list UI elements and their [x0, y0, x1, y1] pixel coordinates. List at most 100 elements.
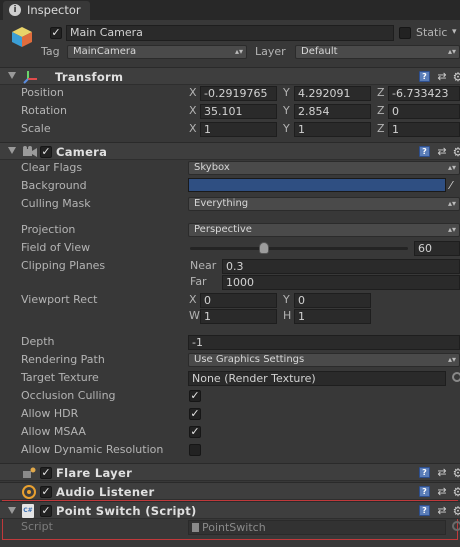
- audio-listener-header[interactable]: ✓ Audio Listener ? ⇄ ⚙: [0, 482, 460, 500]
- gear-icon[interactable]: ⚙: [452, 467, 460, 479]
- rendering-path-dropdown[interactable]: Use Graphics Settings ▴▾: [188, 353, 460, 367]
- tag-dropdown[interactable]: MainCamera ▴▾: [67, 45, 247, 59]
- camera-header[interactable]: ✓ Camera ? ⇄ ⚙: [0, 142, 460, 160]
- help-icon[interactable]: ?: [419, 146, 430, 157]
- script-field: PointSwitch: [188, 520, 446, 535]
- depth-field[interactable]: -1: [188, 335, 460, 350]
- help-icon[interactable]: ?: [419, 505, 430, 516]
- point-switch-enabled-checkbox[interactable]: ✓: [40, 505, 52, 517]
- gear-icon[interactable]: ⚙: [452, 486, 460, 498]
- position-x-axis[interactable]: X: [189, 86, 197, 100]
- rotation-y-axis[interactable]: Y: [283, 104, 290, 118]
- active-checkbox[interactable]: ✓: [50, 27, 62, 39]
- foldout-arrow-icon[interactable]: [8, 72, 16, 79]
- scale-x-field[interactable]: 1: [200, 122, 277, 137]
- foldout-arrow-icon[interactable]: [8, 507, 16, 514]
- static-label: Static: [416, 26, 448, 39]
- near-field[interactable]: 0.3: [222, 259, 460, 274]
- audio-listener-icon: [22, 485, 36, 499]
- fov-label: Field of View: [21, 241, 91, 254]
- transform-header[interactable]: Transform ? ⇄ ⚙: [0, 67, 460, 85]
- chevron-updown-icon: ▴▾: [447, 225, 456, 234]
- position-y-field[interactable]: 4.292091: [294, 86, 371, 101]
- allow-msaa-label: Allow MSAA: [21, 425, 86, 438]
- tab-inspector[interactable]: i Inspector: [3, 1, 90, 20]
- preset-icon[interactable]: ⇄: [436, 486, 448, 498]
- gear-icon[interactable]: ⚙: [452, 146, 460, 158]
- rotation-x-axis[interactable]: X: [189, 104, 197, 118]
- gear-icon[interactable]: ⚙: [452, 505, 460, 517]
- scale-x-axis[interactable]: X: [189, 122, 197, 136]
- background-color-field[interactable]: [188, 178, 446, 192]
- viewport-h-field[interactable]: 1: [294, 309, 371, 324]
- object-picker-icon[interactable]: [452, 372, 460, 382]
- viewport-h-label[interactable]: H: [283, 309, 291, 323]
- culling-mask-dropdown[interactable]: Everything ▴▾: [188, 197, 460, 211]
- occlusion-culling-checkbox[interactable]: ✓: [189, 390, 201, 402]
- viewport-x-label[interactable]: X: [189, 293, 197, 307]
- allow-dynamic-resolution-checkbox[interactable]: [189, 444, 201, 456]
- clear-flags-dropdown[interactable]: Skybox ▴▾: [188, 161, 460, 175]
- scale-y-axis[interactable]: Y: [283, 122, 290, 136]
- help-icon[interactable]: ?: [419, 467, 430, 478]
- position-z-axis[interactable]: Z: [377, 86, 385, 100]
- position-y-axis[interactable]: Y: [283, 86, 290, 100]
- foldout-arrow-icon[interactable]: [8, 147, 16, 154]
- script-file-icon: C#: [22, 504, 34, 518]
- position-z-field[interactable]: -6.733423: [388, 86, 460, 101]
- transform-title: Transform: [55, 70, 124, 84]
- rotation-z-field[interactable]: 0: [388, 104, 460, 119]
- preset-icon[interactable]: ⇄: [436, 146, 448, 158]
- rotation-z-axis[interactable]: Z: [377, 104, 385, 118]
- rotation-y-field[interactable]: 2.854: [294, 104, 371, 119]
- viewport-x-field[interactable]: 0: [200, 293, 277, 308]
- flare-layer-icon: [22, 467, 36, 479]
- projection-dropdown[interactable]: Perspective ▴▾: [188, 223, 460, 237]
- help-icon[interactable]: ?: [419, 486, 430, 497]
- viewport-y-field[interactable]: 0: [294, 293, 371, 308]
- viewport-y-label[interactable]: Y: [283, 293, 290, 307]
- flare-layer-header[interactable]: ✓ Flare Layer ? ⇄ ⚙: [0, 463, 460, 481]
- audio-listener-enabled-checkbox[interactable]: ✓: [40, 486, 52, 498]
- camera-enabled-checkbox[interactable]: ✓: [40, 146, 52, 158]
- position-x-field[interactable]: -0.2919765: [200, 86, 277, 101]
- static-dropdown-arrow[interactable]: ▾: [452, 27, 457, 37]
- clear-flags-label: Clear Flags: [21, 161, 83, 174]
- culling-mask-label: Culling Mask: [21, 197, 91, 210]
- preset-icon[interactable]: ⇄: [436, 467, 448, 479]
- viewport-w-field[interactable]: 1: [200, 309, 277, 324]
- fov-value-field[interactable]: 60: [414, 241, 460, 256]
- chevron-updown-icon: ▴▾: [234, 47, 243, 56]
- help-icon[interactable]: ?: [419, 71, 430, 82]
- point-switch-header[interactable]: C# ✓ Point Switch (Script) ? ⇄ ⚙: [0, 501, 460, 519]
- rotation-x-field[interactable]: 35.101: [200, 104, 277, 119]
- preset-icon[interactable]: ⇄: [436, 505, 448, 517]
- eyedropper-icon[interactable]: ⁄: [450, 179, 452, 192]
- far-field[interactable]: 1000: [222, 275, 460, 290]
- viewport-w-label[interactable]: W: [189, 309, 200, 323]
- preset-icon[interactable]: ⇄: [436, 71, 448, 83]
- scale-z-field[interactable]: 1: [388, 122, 460, 137]
- allow-hdr-checkbox[interactable]: ✓: [189, 408, 201, 420]
- clipping-planes-label: Clipping Planes: [21, 259, 106, 272]
- scale-y-field[interactable]: 1: [294, 122, 371, 137]
- camera-icon: [22, 146, 38, 158]
- layer-label: Layer: [255, 45, 286, 58]
- scale-label: Scale: [21, 122, 51, 135]
- fov-slider-thumb[interactable]: [259, 242, 270, 254]
- near-label[interactable]: Near: [190, 259, 216, 273]
- object-name-field[interactable]: Main Camera: [66, 25, 394, 41]
- far-label[interactable]: Far: [190, 275, 207, 289]
- target-texture-field[interactable]: None (Render Texture): [188, 371, 446, 386]
- flare-layer-enabled-checkbox[interactable]: ✓: [40, 467, 52, 479]
- allow-msaa-checkbox[interactable]: ✓: [189, 426, 201, 438]
- layer-dropdown[interactable]: Default ▴▾: [295, 45, 460, 59]
- script-asset-icon: [192, 523, 199, 532]
- scale-z-axis[interactable]: Z: [377, 122, 385, 136]
- gear-icon[interactable]: ⚙: [452, 71, 460, 83]
- rotation-label: Rotation: [21, 104, 68, 117]
- static-checkbox[interactable]: [399, 27, 411, 39]
- fov-slider-track[interactable]: [190, 247, 408, 250]
- viewport-rect-label: Viewport Rect: [21, 293, 98, 306]
- script-value: PointSwitch: [202, 521, 266, 534]
